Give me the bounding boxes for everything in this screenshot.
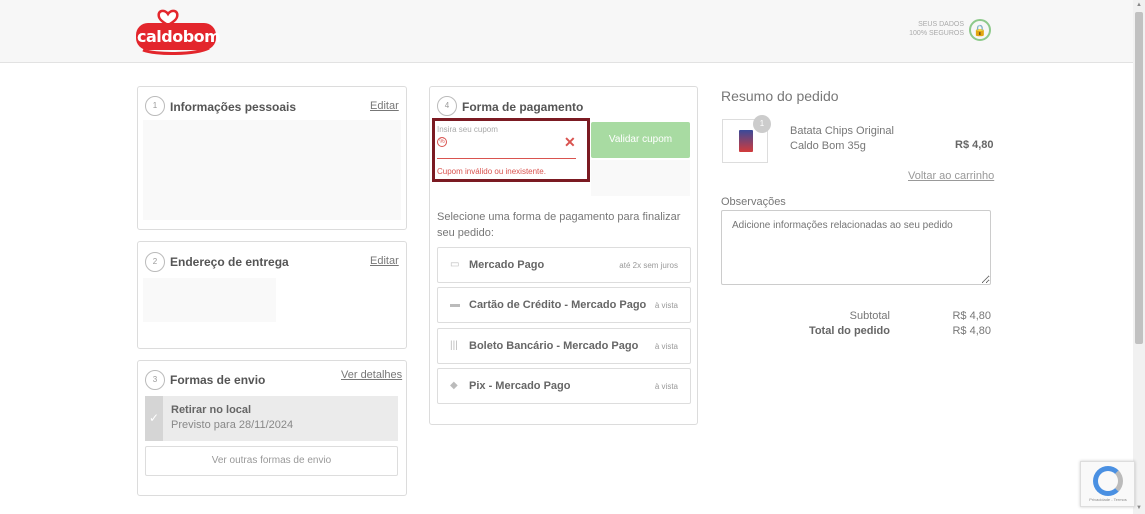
step-number: 3 <box>145 370 165 390</box>
payment-option-note: à vista <box>654 342 678 351</box>
step-number: 4 <box>437 96 457 116</box>
total-value: R$ 4,80 <box>952 325 991 337</box>
wallet-icon: ▭ <box>450 259 460 270</box>
quantity-badge: 1 <box>753 115 771 133</box>
header: caldobom SEUS DADOS 100% SEGUROS 🔒 <box>0 0 1133 63</box>
back-to-cart-link[interactable]: Voltar ao carrinho <box>908 170 994 182</box>
coupon-error-message: Cupom inválido ou inexistente. <box>437 167 546 176</box>
coupon-label: Insira seu cupom <box>437 125 498 134</box>
payment-option-name: Mercado Pago <box>469 259 545 271</box>
personal-info-content <box>143 120 401 220</box>
scroll-up-arrow-icon[interactable]: ▲ <box>1135 1 1143 9</box>
payment-option-note: à vista <box>654 382 678 391</box>
product-price: R$ 4,80 <box>955 139 994 151</box>
logo-text: caldobom <box>137 27 221 46</box>
summary-title: Resumo do pedido <box>721 88 839 104</box>
payment-option-name: Boleto Bancário - Mercado Pago <box>469 340 639 352</box>
shipping-option-title: Retirar no local <box>171 404 252 416</box>
other-shipping-button[interactable]: Ver outras formas de envio <box>145 446 398 476</box>
barcode-icon: ||| <box>450 340 458 351</box>
total-label: Total do pedido <box>808 325 890 337</box>
secure-data-text: SEUS DADOS 100% SEGUROS <box>909 21 964 37</box>
shipping-option-date: Previsto para 28/11/2024 <box>171 419 294 431</box>
payment-option-note: até 2x sem juros <box>619 261 678 270</box>
recaptcha-badge[interactable]: Privacidade - Termos <box>1080 461 1135 507</box>
lock-icon: 🔒 <box>969 19 991 41</box>
credit-card-icon: ▬ <box>450 299 460 310</box>
subtotal-label: Subtotal <box>849 310 890 322</box>
address-title: Endereço de entrega <box>170 255 289 269</box>
payment-option-name: Pix - Mercado Pago <box>469 380 571 392</box>
subtotal-value: R$ 4,80 <box>952 310 991 322</box>
recaptcha-text: Privacidade - Termos <box>1089 497 1127 502</box>
pix-icon: ◆ <box>450 380 458 391</box>
check-icon: ✓ <box>145 396 163 441</box>
scroll-down-arrow-icon[interactable]: ▼ <box>1135 504 1143 512</box>
edit-address-link[interactable]: Editar <box>370 255 399 267</box>
page-scrollbar[interactable]: ▲ ▼ <box>1133 0 1145 514</box>
payment-option-mercado-pago[interactable]: ▭ Mercado Pago até 2x sem juros <box>437 247 691 283</box>
product-name: Batata Chips Original Caldo Bom 35g <box>790 125 894 152</box>
shipping-title: Formas de envio <box>170 373 266 387</box>
close-icon[interactable]: ✕ <box>564 134 576 151</box>
edit-personal-link[interactable]: Editar <box>370 100 399 112</box>
step-number: 1 <box>145 96 165 116</box>
validate-coupon-button[interactable]: Validar cupom <box>591 122 690 158</box>
payment-option-pix[interactable]: ◆ Pix - Mercado Pago à vista <box>437 368 691 404</box>
payment-option-note: à vista <box>654 301 678 310</box>
payment-option-boleto[interactable]: ||| Boleto Bancário - Mercado Pago à vis… <box>437 328 691 364</box>
address-content <box>143 278 276 322</box>
recaptcha-icon <box>1093 466 1123 496</box>
coupon-input[interactable] <box>450 135 560 151</box>
personal-info-title: Informações pessoais <box>170 100 297 114</box>
observations-textarea[interactable] <box>721 210 991 285</box>
payment-option-name: Cartão de Crédito - Mercado Pago <box>469 299 647 311</box>
coupon-underline <box>437 158 576 159</box>
percent-icon: % <box>437 137 447 147</box>
coupon-area-bg <box>591 160 690 196</box>
step-number: 2 <box>145 252 165 272</box>
observations-label: Observações <box>721 196 786 208</box>
payment-option-credit-card[interactable]: ▬ Cartão de Crédito - Mercado Pago à vis… <box>437 287 691 323</box>
product-package <box>739 130 753 152</box>
shipping-details-link[interactable]: Ver detalhes <box>341 369 402 381</box>
scroll-thumb[interactable] <box>1135 12 1143 344</box>
payment-title: Forma de pagamento <box>462 100 584 114</box>
payment-instructions: Selecione uma forma de pagamento para fi… <box>437 211 681 239</box>
